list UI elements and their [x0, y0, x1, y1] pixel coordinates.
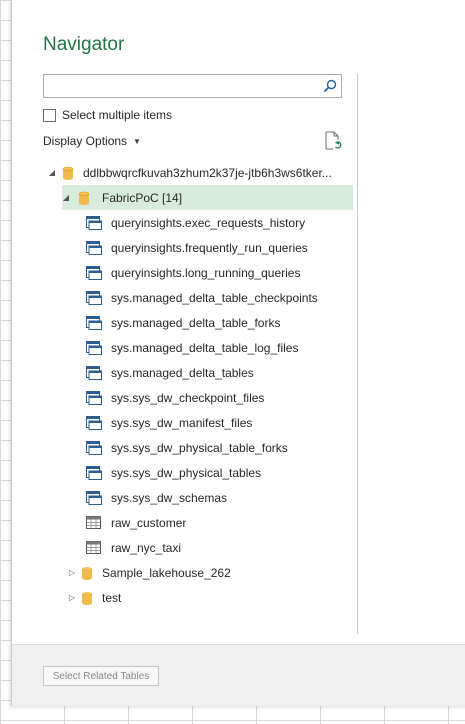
database-icon	[82, 566, 92, 580]
table-icon	[86, 515, 101, 529]
tree-item[interactable]: queryinsights.frequently_run_queries	[48, 235, 343, 260]
tree-item-label: sys.managed_delta_tables	[111, 365, 254, 380]
database-icon	[82, 591, 92, 605]
view-icon	[86, 215, 102, 230]
tree-item[interactable]: sys.sys_dw_checkpoint_files	[48, 385, 343, 410]
view-icon	[86, 365, 102, 380]
display-options-dropdown[interactable]: Display Options ▼	[43, 134, 141, 148]
tree-item-label: sys.managed_delta_table_log_files	[111, 340, 299, 355]
tree-item[interactable]: sys.sys_dw_physical_table_forks	[48, 435, 343, 460]
search-icon[interactable]	[323, 79, 337, 93]
db-label: test	[102, 590, 122, 605]
tree-item[interactable]: sys.managed_delta_table_checkpoints	[48, 285, 343, 310]
tree-item-label: sys.sys_dw_checkpoint_files	[111, 390, 265, 405]
tree-item-label: sys.sys_dw_physical_tables	[111, 465, 262, 480]
select-multiple-checkbox[interactable]	[43, 108, 56, 122]
tree-item[interactable]: sys.managed_delta_tables	[48, 360, 343, 385]
tree-item-label: sys.sys_dw_schemas	[111, 490, 228, 505]
view-icon	[86, 265, 102, 280]
collapsed-arrow-icon[interactable]: ▷	[68, 568, 76, 577]
tree-item-label: raw_nyc_taxi	[111, 540, 182, 555]
tree-db-node-selected[interactable]: ◢ FabricPoC [14]	[62, 185, 353, 210]
tree-item[interactable]: sys.managed_delta_table_log_files	[48, 335, 343, 360]
view-icon	[86, 240, 102, 255]
root-label: ddlbbwqrcfkuvah3zhum2k37je-jtb6h3ws6tker…	[83, 165, 332, 180]
database-icon	[78, 191, 90, 205]
tree-item-label: sys.sys_dw_physical_table_forks	[111, 440, 288, 455]
tree-item-label: sys.sys_dw_manifest_files	[111, 415, 253, 430]
tree-db-node[interactable]: ▷ test	[62, 585, 343, 610]
dialog-footer: Select Related Tables	[12, 644, 465, 706]
collapsed-arrow-icon[interactable]: ▷	[68, 593, 76, 602]
tree-item-label: queryinsights.frequently_run_queries	[111, 240, 308, 255]
view-icon	[86, 340, 102, 355]
selected-db-label: FabricPoC [14]	[102, 190, 183, 205]
table-icon	[86, 540, 101, 554]
view-icon	[86, 440, 102, 455]
tree-item[interactable]: sys.managed_delta_table_forks	[48, 310, 343, 335]
pane-divider	[357, 74, 358, 634]
view-icon	[86, 290, 102, 305]
tree-item[interactable]: sys.sys_dw_manifest_files	[48, 410, 343, 435]
view-icon	[86, 390, 102, 405]
tree-item-label: queryinsights.exec_requests_history	[111, 215, 306, 230]
tree-item[interactable]: queryinsights.long_running_queries	[48, 260, 343, 285]
tree-item[interactable]: raw_nyc_taxi	[48, 535, 343, 560]
view-icon	[86, 465, 102, 480]
caret-down-icon: ▼	[133, 136, 141, 146]
tree-item-label: sys.managed_delta_table_forks	[111, 315, 281, 330]
select-multiple-row[interactable]: Select multiple items	[43, 108, 172, 122]
navigator-dialog: Navigator Select multiple items Display …	[11, 0, 465, 706]
tree-item-label: sys.managed_delta_table_checkpoints	[111, 290, 318, 305]
tree-item[interactable]: sys.sys_dw_physical_tables	[48, 460, 343, 485]
tree-item[interactable]: raw_customer	[48, 510, 343, 535]
tree-db-node[interactable]: ▷ Sample_lakehouse_262	[62, 560, 343, 585]
tree-items: queryinsights.exec_requests_historyquery…	[48, 210, 343, 560]
tree-item-label: raw_customer	[111, 515, 187, 530]
db-label: Sample_lakehouse_262	[102, 565, 231, 580]
display-options-label: Display Options	[43, 134, 128, 148]
expanded-arrow-icon[interactable]: ◢	[48, 168, 56, 177]
refresh-icon[interactable]	[324, 131, 342, 150]
expanded-arrow-icon[interactable]: ◢	[62, 193, 70, 202]
dialog-title: Navigator	[43, 34, 125, 55]
view-icon	[86, 315, 102, 330]
tree-item[interactable]: queryinsights.exec_requests_history	[48, 210, 343, 235]
search-box[interactable]	[43, 74, 342, 98]
select-related-tables-button[interactable]: Select Related Tables	[43, 666, 159, 686]
tree-item[interactable]: sys.sys_dw_schemas	[48, 485, 343, 510]
tree-root-node[interactable]: ◢ ddlbbwqrcfkuvah3zhum2k37je-jtb6h3ws6tk…	[48, 160, 343, 185]
navigator-tree: ◢ ddlbbwqrcfkuvah3zhum2k37je-jtb6h3ws6tk…	[48, 160, 353, 610]
view-icon	[86, 415, 102, 430]
view-icon	[86, 490, 102, 505]
database-icon	[62, 166, 74, 180]
search-input[interactable]	[48, 75, 322, 97]
select-multiple-label: Select multiple items	[62, 108, 173, 122]
tree-item-label: queryinsights.long_running_queries	[111, 265, 301, 280]
